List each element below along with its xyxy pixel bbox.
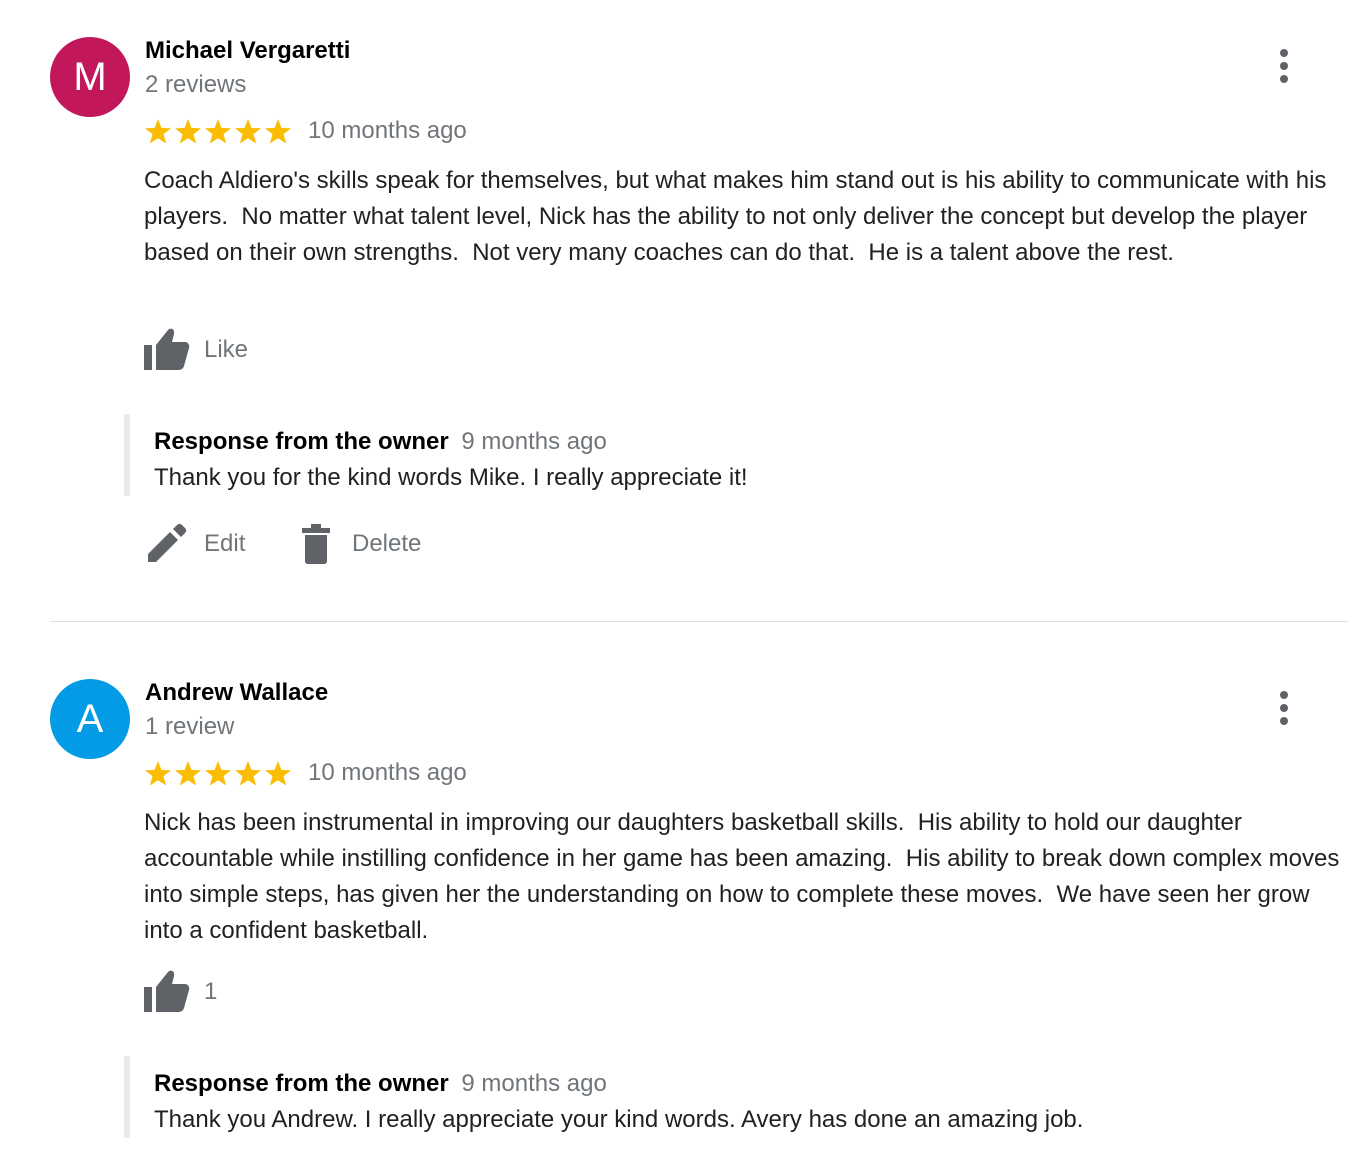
star-icon	[204, 760, 232, 787]
pencil-icon	[144, 522, 188, 566]
owner-response: Response from the owner 9 months ago Tha…	[124, 414, 1130, 496]
response-title: Response from the owner	[154, 428, 449, 455]
like-count: 1	[204, 978, 218, 1005]
review-text: Coach Aldiero's skills speak for themsel…	[144, 167, 1334, 266]
review-time: 10 months ago	[308, 117, 467, 144]
response-heading: Response from the owner 9 months ago	[154, 428, 607, 456]
more-options-button[interactable]	[1266, 686, 1302, 730]
response-time: 9 months ago	[461, 1070, 607, 1097]
more-vert-icon	[1280, 691, 1288, 725]
review-time: 10 months ago	[308, 759, 467, 786]
star-icon	[264, 760, 292, 787]
star-rating	[144, 118, 292, 145]
star-icon	[174, 118, 202, 145]
reviewer-review-count[interactable]: 2 reviews	[145, 71, 246, 99]
review-text: Nick has been instrumental in improving …	[144, 809, 1346, 944]
delete-label: Delete	[352, 530, 422, 557]
star-rating	[144, 760, 292, 787]
like-button[interactable]: Like	[144, 328, 248, 372]
like-label: Like	[204, 336, 249, 363]
rating-row: 10 months ago	[144, 757, 467, 789]
reviewer-name[interactable]: Andrew Wallace	[145, 679, 328, 707]
rating-row: 10 months ago	[144, 115, 467, 147]
thumb-up-icon	[144, 970, 190, 1014]
more-vert-icon	[1280, 49, 1288, 83]
avatar[interactable]: M	[50, 37, 130, 117]
star-icon	[174, 760, 202, 787]
owner-response: Response from the owner 9 months ago Tha…	[124, 1056, 1130, 1138]
response-title: Response from the owner	[154, 1070, 449, 1097]
response-time: 9 months ago	[461, 428, 607, 455]
star-icon	[204, 118, 232, 145]
star-icon	[264, 118, 292, 145]
star-icon	[144, 760, 172, 787]
response-text: Thank you for the kind words Mike. I rea…	[154, 464, 748, 491]
avatar[interactable]: A	[50, 679, 130, 759]
trash-icon	[296, 522, 336, 566]
thumb-up-icon	[144, 328, 190, 372]
response-text: Thank you Andrew. I really appreciate yo…	[154, 1106, 1084, 1133]
star-icon	[234, 760, 262, 787]
like-button[interactable]: 1	[144, 970, 217, 1014]
edit-label: Edit	[204, 530, 246, 557]
response-heading: Response from the owner 9 months ago	[154, 1070, 607, 1098]
star-icon	[144, 118, 172, 145]
delete-response-button[interactable]: Delete	[296, 520, 421, 568]
more-options-button[interactable]	[1266, 44, 1302, 88]
edit-response-button[interactable]: Edit	[144, 520, 245, 568]
reviewer-name[interactable]: Michael Vergaretti	[145, 37, 350, 65]
review-divider	[50, 621, 1348, 622]
reviewer-review-count[interactable]: 1 review	[145, 713, 234, 741]
star-icon	[234, 118, 262, 145]
